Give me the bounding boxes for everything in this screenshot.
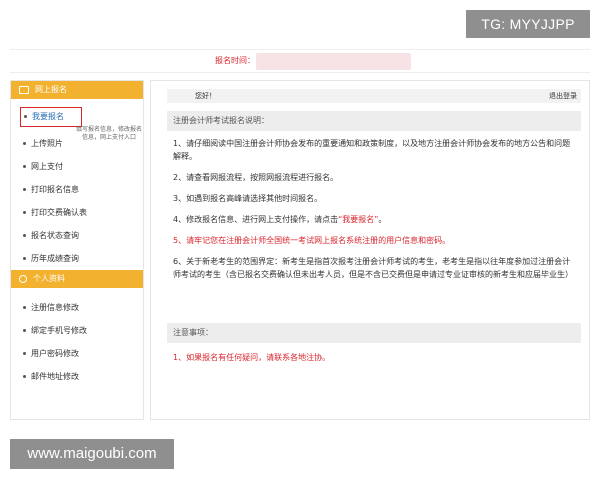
notice-item: 4、修改报名信息、进行网上支付操作，请点击“我要报名”。 xyxy=(173,213,575,226)
sidebar-item-registration-status[interactable]: 报名状态查询 xyxy=(11,224,143,247)
sidebar-section-personal-info: 个人资料 xyxy=(11,270,143,288)
watermark-bottom: www.maigoubi.com xyxy=(10,439,174,469)
sidebar-item-label: 用户密码修改 xyxy=(31,349,79,358)
monitor-icon xyxy=(19,86,29,94)
sidebar-item-online-payment[interactable]: 网上支付 xyxy=(11,155,143,178)
sidebar-item-edit-phone[interactable]: 绑定手机号修改 xyxy=(11,319,143,342)
bullet-icon xyxy=(23,375,26,378)
sidebar-item-label: 报名状态查询 xyxy=(31,231,79,240)
sidebar-item-label: 打印交费确认表 xyxy=(31,208,87,217)
bullet-icon xyxy=(24,115,27,118)
sidebar-item-edit-registration-info[interactable]: 注册信息修改 xyxy=(11,296,143,319)
watermark-top: TG: MYYJJPP xyxy=(466,10,590,38)
sidebar-item-edit-password[interactable]: 用户密码修改 xyxy=(11,342,143,365)
welcome-bar: 您好！ 退出登录 xyxy=(167,89,581,103)
sidebar-section-label: 网上报名 xyxy=(35,85,67,94)
notice-item-warning: 5、请牢记您在注册会计师全国统一考试网上报名系统注册的用户信息和密码。 xyxy=(173,236,451,245)
sidebar-item-label: 邮件地址修改 xyxy=(31,372,79,381)
attention-item: 1、如果报名有任何疑问，请联系各地注协。 xyxy=(173,353,331,362)
logout-link[interactable]: 退出登录 xyxy=(549,89,577,103)
notice-section-title: 注册会计师考试报名说明： xyxy=(167,111,581,131)
bullet-icon xyxy=(23,211,26,214)
sidebar-item-print-payment-confirmation[interactable]: 打印交费确认表 xyxy=(11,201,143,224)
sidebar-item-label: 上传照片 xyxy=(31,139,63,148)
notice-item: 3、如遇到报名高峰请选择其他时间报名。 xyxy=(173,194,323,203)
notice-item: 1、请仔细阅读中国注册会计师协会发布的重要通知和政策制度，以及地方注册会计师协会… xyxy=(173,139,571,161)
register-link[interactable]: “我要报名” xyxy=(338,215,378,224)
main-content: 您好！ 退出登录 注册会计师考试报名说明： 1、请仔细阅读中国注册会计师协会发布… xyxy=(150,80,590,420)
sidebar-section-online-registration: 网上报名 xyxy=(11,81,143,99)
sidebar-item-print-registration[interactable]: 打印报名信息 xyxy=(11,178,143,201)
sidebar-section-label: 个人资料 xyxy=(33,274,65,283)
bullet-icon xyxy=(23,188,26,191)
sidebar-item-past-scores[interactable]: 历年成绩查询 xyxy=(11,247,143,270)
notice-item-end: 。 xyxy=(378,215,387,224)
sidebar-item-register[interactable]: 我要报名 xyxy=(20,107,82,127)
sidebar-item-edit-email[interactable]: 邮件地址修改 xyxy=(11,365,143,388)
bullet-icon xyxy=(23,306,26,309)
registration-time-label: 报名时间： xyxy=(215,56,255,65)
sidebar-item-label: 绑定手机号修改 xyxy=(31,326,87,335)
bullet-icon xyxy=(23,352,26,355)
register-tooltip: 填写报名信息，修改报名信息，网上支付入口 xyxy=(75,126,142,141)
bullet-icon xyxy=(23,165,26,168)
greeting: 您好！ xyxy=(195,92,216,100)
notice-item: 2、请查看网报流程，按照网报流程进行报名。 xyxy=(173,173,339,182)
person-icon xyxy=(19,275,27,283)
bullet-icon xyxy=(23,257,26,260)
bullet-icon xyxy=(23,142,26,145)
bullet-icon xyxy=(23,329,26,332)
sidebar-item-label: 打印报名信息 xyxy=(31,185,79,194)
notice-item-text: 4、修改报名信息、进行网上支付操作，请点击 xyxy=(173,215,339,224)
sidebar-item-label: 网上支付 xyxy=(31,162,63,171)
attention-section-title: 注意事项： xyxy=(167,323,581,343)
bullet-icon xyxy=(23,234,26,237)
sidebar-item-label: 我要报名 xyxy=(32,112,64,121)
notice-list: 1、请仔细阅读中国注册会计师协会发布的重要通知和政策制度，以及地方注册会计师协会… xyxy=(173,137,575,289)
notice-item: 6、关于新老考生的范围界定：新考生是指首次报考注册会计师考试的考生，老考生是指以… xyxy=(173,257,573,279)
sidebar-item-label: 历年成绩查询 xyxy=(31,254,79,263)
registration-time-bar: 报名时间： xyxy=(10,49,590,73)
registration-time-value xyxy=(256,53,411,70)
sidebar-item-label: 注册信息修改 xyxy=(31,303,79,312)
